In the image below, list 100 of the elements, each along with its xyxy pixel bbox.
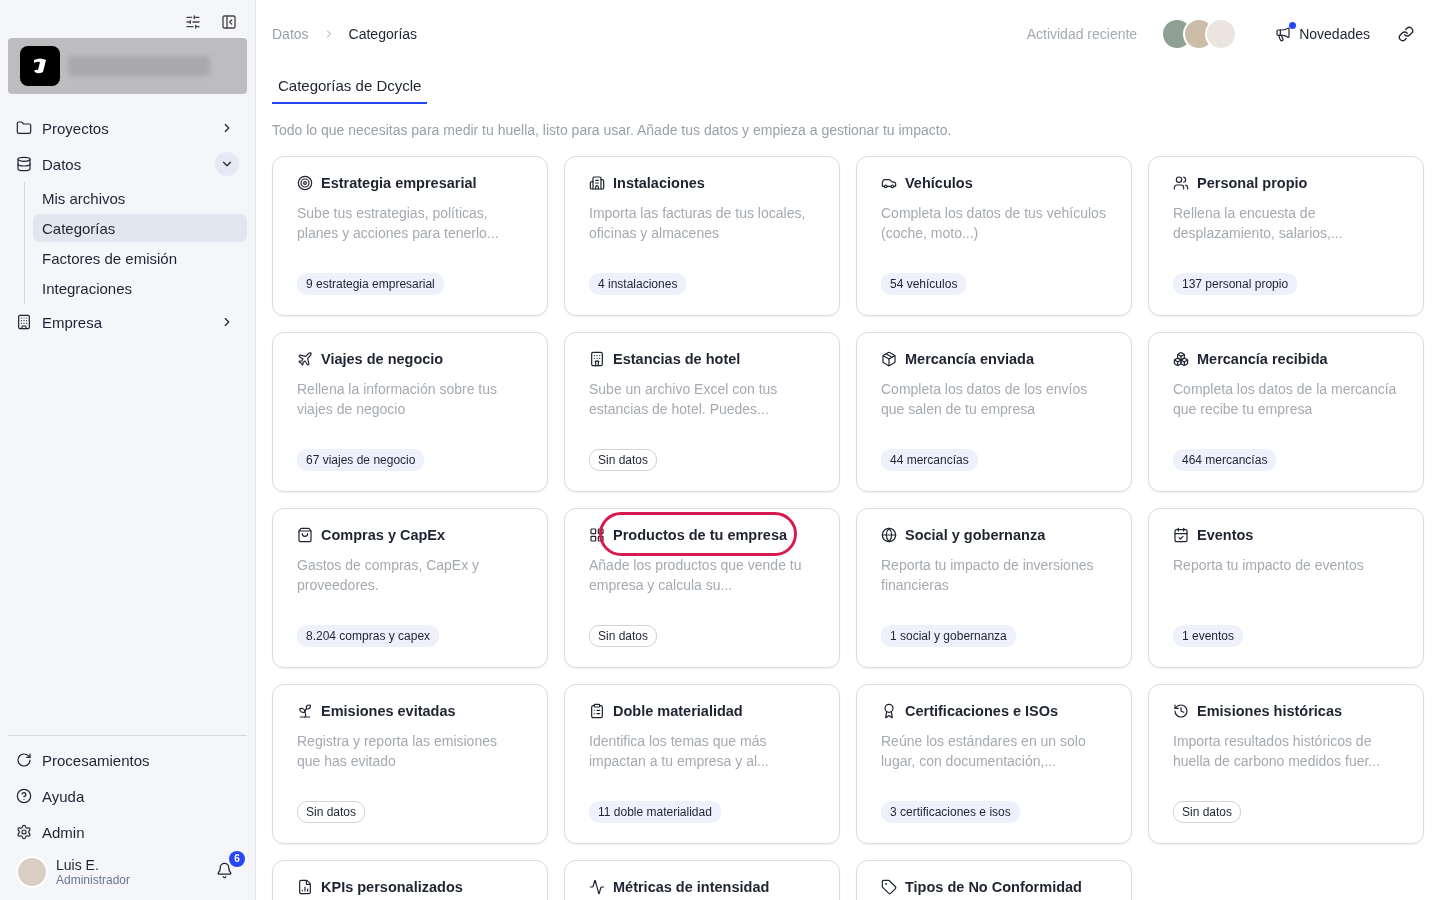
count-tag: 54 vehículos: [881, 273, 967, 295]
user-name: Luis E.: [56, 857, 100, 873]
category-card[interactable]: Vehículos Completa los datos de tus vehículos (coche, moto...) 54 vehículos: [856, 156, 1132, 316]
notification-count: 6: [229, 850, 245, 867]
help-icon: [16, 788, 32, 804]
folder-icon: [16, 120, 32, 136]
nav-item[interactable]: Empresa: [8, 304, 247, 340]
card-description: Registra y reporta las emisiones que has evitado: [297, 732, 498, 771]
chart-file-icon: [297, 879, 313, 895]
count-tag: Sin datos: [1173, 801, 1242, 823]
nav-subitem[interactable]: Factores de emisión: [33, 244, 247, 272]
count-tag: 67 viajes de negocio: [297, 449, 425, 471]
clipboard-icon: [589, 703, 605, 719]
category-card[interactable]: Emisiones evitadas Registra y reporta las emisiones que has evitado Sin datos: [272, 684, 548, 844]
card-title: Productos de tu empresa: [589, 527, 815, 543]
tag-icon: [881, 879, 897, 895]
avatar: [16, 856, 48, 888]
card-description: Rellena la información sobre tus viajes de negocio: [297, 380, 498, 419]
nav-item[interactable]: Admin: [8, 814, 247, 850]
count-tag: 8.204 compras y capex: [297, 625, 440, 647]
boxes-icon: [1173, 351, 1189, 367]
card-description: Rellena la encuesta de desplazamiento, salarios,...: [1173, 204, 1344, 243]
card-title: Viajes de negocio: [297, 351, 523, 367]
user-role: Administrador: [56, 873, 131, 887]
category-card[interactable]: Mercancía recibida Completa los datos de la mercancía que recibe tu empresa 464 mercancías: [1148, 332, 1424, 492]
card-title: Instalaciones: [589, 175, 815, 191]
chevron-down-icon[interactable]: [215, 152, 239, 176]
card-title: Doble materialidad: [589, 703, 815, 719]
card-description: Completa los datos de los envíos que salen de tu empresa: [881, 380, 1089, 419]
category-card[interactable]: Compras y CapEx Gastos de compras, CapEx y proveedores. 8.204 compras y capex: [272, 508, 548, 668]
card-title: Personal propio: [1173, 175, 1399, 191]
sprout-icon: [297, 703, 313, 719]
category-card[interactable]: Emisiones históricas Importa resultados históricos de huella de carbono medidos fuer... Sin datos: [1148, 684, 1424, 844]
category-card[interactable]: Viajes de negocio Rellena la información sobre tus viajes de negocio 67 viajes de negocio: [272, 332, 548, 492]
refresh-icon: [16, 752, 32, 768]
breadcrumb-item[interactable]: Categorías: [348, 26, 418, 42]
category-card[interactable]: Mercancía enviada Completa los datos de los envíos que salen de tu empresa 44 mercancías: [856, 332, 1132, 492]
card-description: Importa resultados históricos de huella de carbono medidos fuer...: [1173, 732, 1382, 771]
count-tag: 1 social y gobernanza: [881, 625, 1016, 647]
count-tag: 1 eventos: [1173, 625, 1244, 647]
category-card[interactable]: Personal propio Rellena la encuesta de desplazamiento, salarios,... 137 personal propio: [1148, 156, 1424, 316]
card-title: Estrategia empresarial: [297, 175, 523, 191]
nav-subitem[interactable]: Categorías: [33, 214, 247, 242]
card-title: Métricas de intensidad: [589, 879, 815, 895]
plane-icon: [297, 351, 313, 367]
count-tag: 4 instalaciones: [589, 273, 687, 295]
settings-icon: [16, 824, 32, 840]
award-icon: [881, 703, 897, 719]
card-description: Reúne los estándares en un solo lugar, con documentación,...: [881, 732, 1087, 771]
logo-icon: [20, 46, 60, 86]
card-title: Emisiones históricas: [1173, 703, 1399, 719]
card-description: Completa los datos de tus vehículos (coche, moto...): [881, 204, 1107, 243]
workspace-switcher[interactable]: [8, 38, 247, 94]
target-icon: [297, 175, 313, 191]
link-icon[interactable]: [1398, 26, 1414, 42]
database-icon: [16, 156, 32, 172]
settings-icon[interactable]: [185, 14, 201, 30]
shopping-bag-icon: [297, 527, 313, 543]
category-card[interactable]: Eventos Reporta tu impacto de eventos 1 eventos: [1148, 508, 1424, 668]
count-tag: Sin datos: [589, 449, 658, 471]
category-card[interactable]: Productos de tu empresa Añade los productos que vende tu empresa y calcula su... Sin datos: [564, 508, 840, 668]
card-title: Compras y CapEx: [297, 527, 523, 543]
category-card[interactable]: Estancias de hotel Sube un archivo Excel con tus estancias de hotel. Puedes... Sin datos: [564, 332, 840, 492]
collapse-sidebar-icon[interactable]: [221, 14, 237, 30]
category-card[interactable]: Métricas de intensidad: [564, 860, 840, 900]
calendar-icon: [1173, 527, 1189, 543]
count-tag: 137 personal propio: [1173, 273, 1298, 295]
nav-subitem[interactable]: Mis archivos: [33, 184, 247, 212]
news-button[interactable]: Novedades: [1251, 26, 1384, 42]
hotel-icon: [589, 351, 605, 367]
card-description: Completa los datos de la mercancía que recibe tu empresa: [1173, 380, 1398, 419]
card-description: Sube un archivo Excel con tus estancias de hotel. Puedes...: [589, 380, 779, 419]
pulse-icon: [589, 879, 605, 895]
category-card[interactable]: Estrategia empresarial Sube tus estrategias, políticas, planes y acciones para tenerlo... 9 estrategia empresarial: [272, 156, 548, 316]
card-title: Mercancía recibida: [1173, 351, 1399, 367]
card-description: Identifica los temas que más impactan a tu empresa y al...: [589, 732, 770, 771]
globe-icon: [881, 527, 897, 543]
nav-item[interactable]: Datos: [8, 146, 247, 182]
card-description: Importa las facturas de tus locales, oficinas y almacenes: [589, 204, 807, 243]
package-icon: [881, 351, 897, 367]
users-icon: [1173, 175, 1189, 191]
card-description: Reporta tu impacto de eventos: [1173, 556, 1365, 575]
card-description: Reporta tu impacto de inversiones financieras: [881, 556, 1095, 595]
category-card[interactable]: Doble materialidad Identifica los temas que más impactan a tu empresa y al... 11 doble materialidad: [564, 684, 840, 844]
count-tag: 464 mercancías: [1173, 449, 1277, 471]
tab[interactable]: Categorías de Dcycle: [272, 68, 428, 104]
category-card[interactable]: Instalaciones Importa las facturas de tus locales, oficinas y almacenes 4 instalaciones: [564, 156, 840, 316]
category-card[interactable]: KPIs personalizados: [272, 860, 548, 900]
nav-item[interactable]: Procesamientos: [8, 742, 247, 778]
card-description: Sube tus estrategias, políticas, planes y acciones para tenerlo...: [297, 204, 500, 243]
nav-subitem[interactable]: Integraciones: [33, 274, 247, 302]
nav-item[interactable]: Proyectos: [8, 110, 247, 146]
card-title: Certificaciones e ISOs: [881, 703, 1107, 719]
card-title: Estancias de hotel: [589, 351, 815, 367]
card-title: Mercancía enviada: [881, 351, 1107, 367]
category-card[interactable]: Social y gobernanza Reporta tu impacto de inversiones financieras 1 social y gobernanza: [856, 508, 1132, 668]
bell-icon[interactable]: [216, 861, 233, 879]
category-card[interactable]: Certificaciones e ISOs Reúne los estándares en un solo lugar, con documentación,... 3 certificaciones e isos: [856, 684, 1132, 844]
nav-item[interactable]: Ayuda: [8, 778, 247, 814]
category-card[interactable]: Tipos de No Conformidad: [856, 860, 1132, 900]
